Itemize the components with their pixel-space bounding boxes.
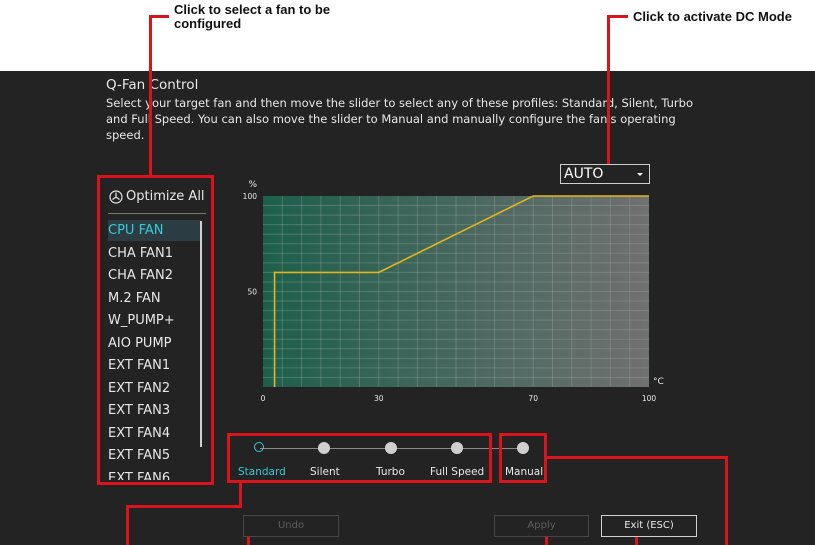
annotation-line (149, 15, 169, 18)
annotation-line (126, 505, 129, 545)
annotation-line (607, 15, 610, 164)
profiles-highlight (227, 433, 492, 483)
annotation-line (239, 482, 242, 508)
annotation-line (547, 456, 728, 459)
fan-curve-chart[interactable]: 0 30 70 100 100 50% °C (230, 176, 670, 408)
annotation-line (607, 15, 628, 18)
apply-button[interactable]: Apply (494, 515, 589, 537)
exit-button[interactable]: Exit (ESC) (601, 515, 697, 537)
undo-button[interactable]: Undo (243, 515, 339, 537)
page-title: Q-Fan Control (106, 77, 199, 93)
x-tick-label: 0 (261, 394, 266, 403)
x-tick-label: 30 (374, 394, 384, 403)
manual-highlight (499, 433, 547, 483)
y-tick-label: 100 (243, 192, 258, 201)
fan-list-highlight (97, 175, 214, 485)
annotation-line (635, 537, 638, 545)
annotation-line (545, 537, 548, 545)
y-axis-label: % (248, 180, 257, 190)
callout-dc-mode: Click to activate DC Mode (633, 9, 792, 24)
callout-select-fan: Click to select a fan to be configured (174, 2, 331, 31)
x-tick-label: 100 (642, 394, 657, 403)
annotation-line (126, 505, 241, 508)
annotation-line (247, 537, 250, 545)
x-tick-label: 70 (528, 394, 538, 403)
y-tick-label: 50 (247, 288, 257, 297)
x-axis-label: °C (653, 377, 664, 387)
annotation-line (725, 456, 728, 545)
page-description: Select your target fan and then move the… (106, 96, 693, 142)
annotation-line (149, 15, 152, 177)
